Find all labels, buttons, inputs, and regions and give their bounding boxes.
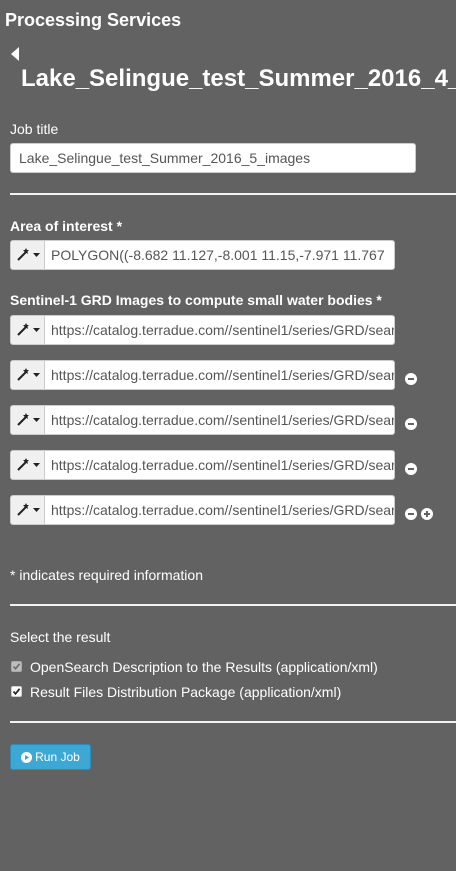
divider — [10, 193, 456, 195]
select-result-label: Select the result — [10, 629, 111, 645]
opensearch-checkbox[interactable] — [11, 661, 22, 672]
image-tool-button[interactable] — [10, 450, 45, 480]
remove-icon[interactable] — [405, 463, 417, 475]
job-title-label: Job title — [10, 121, 59, 137]
image-input-group: https://catalog.terradue.com//sentinel1/… — [10, 495, 395, 525]
images-label: Sentinel-1 GRD Images to compute small w… — [10, 292, 382, 308]
image-input-group: https://catalog.terradue.com//sentinel1/… — [10, 360, 395, 390]
remove-icon[interactable] — [405, 373, 417, 385]
caret-down-icon — [32, 463, 40, 467]
divider — [10, 604, 456, 606]
image-tool-button[interactable] — [10, 315, 45, 345]
image-tool-button[interactable] — [10, 405, 45, 435]
remove-icon[interactable] — [405, 508, 417, 520]
image-url-input[interactable]: https://catalog.terradue.com//sentinel1/… — [44, 405, 395, 435]
aoi-label: Area of interest * — [10, 218, 123, 234]
magic-wand-icon — [16, 503, 29, 516]
divider — [10, 721, 456, 723]
magic-wand-icon — [16, 413, 29, 426]
job-heading: Lake_Selingue_test_Summer_2016_4_ — [21, 65, 456, 92]
magic-wand-icon — [16, 248, 29, 261]
image-url-input[interactable]: https://catalog.terradue.com//sentinel1/… — [44, 450, 395, 480]
image-input-group: https://catalog.terradue.com//sentinel1/… — [10, 405, 395, 435]
caret-down-icon — [32, 253, 40, 257]
play-circle-icon — [21, 751, 33, 763]
caret-down-icon — [32, 418, 40, 422]
back-arrow-icon[interactable] — [10, 46, 20, 62]
magic-wand-icon — [16, 368, 29, 381]
required-note: * indicates required information — [10, 567, 203, 583]
caret-down-icon — [32, 508, 40, 512]
add-icon[interactable] — [421, 508, 433, 520]
caret-down-icon — [32, 328, 40, 332]
aoi-input[interactable]: POLYGON((-8.682 11.127,-8.001 11.15,-7.9… — [44, 240, 395, 270]
opensearch-option-label: OpenSearch Description to the Results (a… — [30, 659, 378, 675]
aoi-input-group: POLYGON((-8.682 11.127,-8.001 11.15,-7.9… — [10, 240, 395, 270]
image-url-input[interactable]: https://catalog.terradue.com//sentinel1/… — [44, 315, 395, 345]
magic-wand-icon — [16, 458, 29, 471]
image-tool-button[interactable] — [10, 495, 45, 525]
run-job-button[interactable]: Run Job — [10, 744, 91, 770]
panel-title: Processing Services — [5, 10, 182, 30]
image-input-group: https://catalog.terradue.com//sentinel1/… — [10, 315, 395, 345]
run-job-label: Run Job — [35, 750, 80, 764]
magic-wand-icon — [16, 323, 29, 336]
image-tool-button[interactable] — [10, 360, 45, 390]
image-url-input[interactable]: https://catalog.terradue.com//sentinel1/… — [44, 360, 395, 390]
image-input-group: https://catalog.terradue.com//sentinel1/… — [10, 450, 395, 480]
remove-icon[interactable] — [405, 418, 417, 430]
distribution-package-option-label: Result Files Distribution Package (appli… — [30, 684, 342, 700]
distribution-package-checkbox[interactable] — [11, 686, 22, 697]
aoi-tool-button[interactable] — [10, 240, 45, 270]
job-title-input[interactable]: Lake_Selingue_test_Summer_2016_5_images — [10, 143, 416, 173]
image-url-input[interactable]: https://catalog.terradue.com//sentinel1/… — [44, 495, 395, 525]
caret-down-icon — [32, 373, 40, 377]
